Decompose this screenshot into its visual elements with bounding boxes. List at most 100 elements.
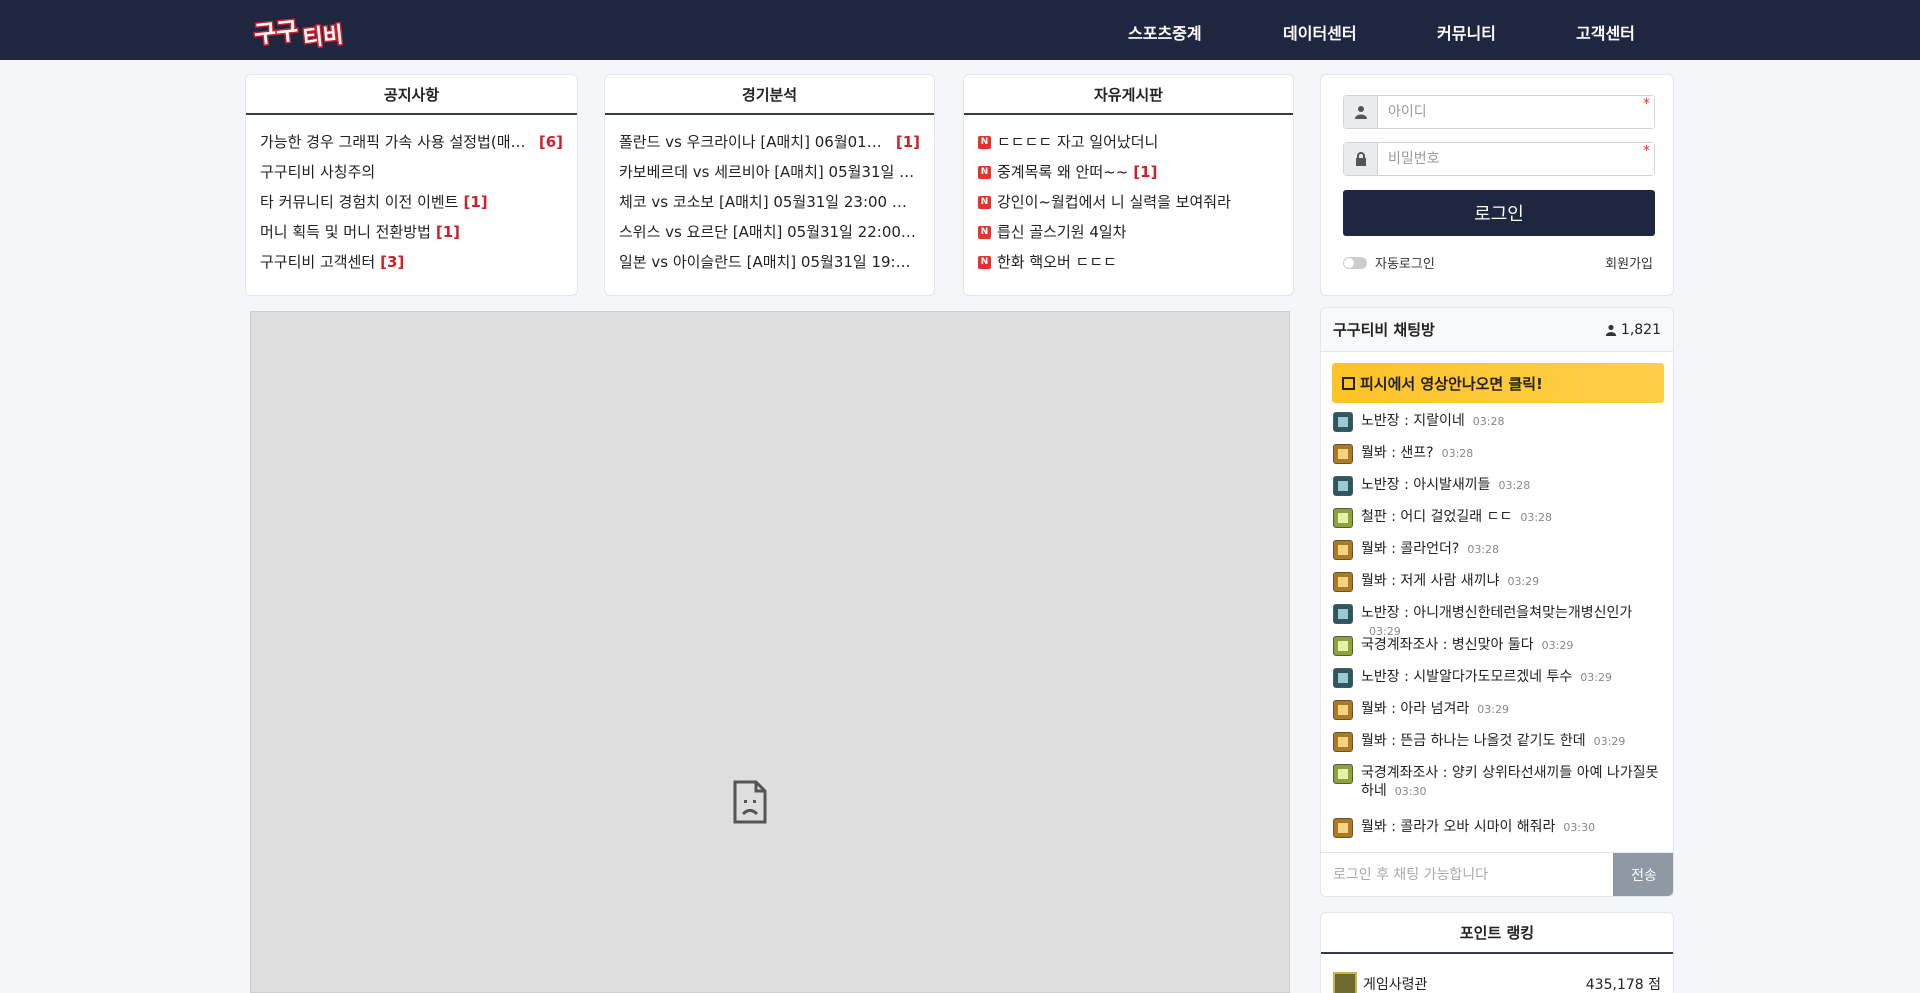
chat-time: 03:28 (1472, 415, 1505, 428)
chat-text: 아라 넘겨라 (1400, 701, 1470, 717)
notice-item[interactable]: 구구티비 사칭주의 (260, 157, 563, 187)
checkbox-icon (1342, 376, 1355, 390)
chat-username: 뭘봐 (1361, 541, 1387, 557)
chat-message: 뭘봐 : 샌프? 03:28 (1321, 438, 1673, 470)
toggle-switch-icon[interactable] (1343, 256, 1367, 269)
send-button[interactable]: 전송 (1613, 853, 1673, 896)
comment-count: [3] (380, 253, 405, 271)
user-level-badge-icon (1333, 508, 1353, 528)
rank-level-icon (1333, 972, 1357, 993)
new-badge-icon: N (978, 225, 991, 239)
chat-message: 뭘봐 : 콜라언더? 03:28 (1321, 534, 1673, 566)
analysis-item[interactable]: 스위스 vs 요르단 [A매치] 05월31일 22:00 구… (619, 217, 920, 247)
free-board-list: N ㄷㄷㄷㄷ 자고 일어났더니 N 중계목록 왜 안떠~~ [1] N 강인이~월컵에서… (964, 115, 1293, 277)
analysis-item[interactable]: 폴란드 vs 우크라이나 [A매치] 06월01일 0… [1] (619, 127, 920, 157)
user-icon (1344, 96, 1378, 128)
chat-text: 뜬금 하나는 나올것 같기도 한데 (1400, 733, 1586, 749)
chat-message: 철판 : 어디 걸었길래 ㄷㄷ 03:28 (1321, 502, 1673, 534)
chat-username: 국경계좌조사 (1361, 637, 1439, 653)
chat-title: 구구티비 채팅방 (1333, 321, 1435, 339)
chat-input[interactable] (1321, 853, 1613, 896)
chat-message-body: 국경계좌조사 : 병신맞아 둘다 03:29 (1361, 637, 1574, 653)
video-player[interactable] (250, 311, 1290, 993)
chat-username: 철판 (1361, 509, 1387, 525)
chat-messages[interactable]: 노반장 : 지랄이네 03:28 뭘봐 : 샌프? 03:28 노반장 : 아시발새끼들… (1321, 406, 1673, 840)
user-level-badge-icon (1333, 732, 1353, 752)
chat-username: 국경계좌조사 (1361, 765, 1439, 781)
notice-item[interactable]: 구구티비 고객센터 [3] (260, 247, 563, 277)
notice-box: 공지사항 가능한 경우 그래픽 가속 사용 설정법(매우간단) [6] 구구티비 … (245, 74, 578, 296)
analysis-list: 폴란드 vs 우크라이나 [A매치] 06월01일 0… [1] 카보베르데 vs… (605, 115, 934, 277)
comment-count: [1] (463, 193, 488, 211)
chat-username: 노반장 (1361, 605, 1400, 621)
chat-message: 뭘봐 : 저게 사람 새끼냐 03:29 (1321, 566, 1673, 598)
user-level-badge-icon (1333, 764, 1353, 784)
user-level-badge-icon (1333, 476, 1353, 496)
notice-item-text: 구구티비 사칭주의 (260, 163, 376, 181)
chat-message-body: 뭘봐 : 콜라가 오바 시마이 해줘라 03:30 (1361, 819, 1596, 835)
chat-username: 뭘봐 (1361, 573, 1387, 589)
chat-message: 뭘봐 : 뜬금 하나는 나올것 같기도 한데 03:29 (1321, 726, 1673, 758)
comment-count: [1] (435, 223, 461, 241)
pc-video-help-banner[interactable]: 피시에서 영상안나오면 클릭! (1332, 363, 1664, 403)
notice-item[interactable]: 타 커뮤니티 경험치 이전 이벤트 [1] (260, 187, 563, 217)
free-board-item[interactable]: N 중계목록 왜 안떠~~ [1] (978, 157, 1279, 187)
analysis-item[interactable]: 체코 vs 코소보 [A매치] 05월31일 23:00 구구… (619, 187, 920, 217)
chat-time: 03:28 (1467, 543, 1500, 556)
analysis-item[interactable]: 카보베르데 vs 세르비아 [A매치] 05월31일 23:… (619, 157, 920, 187)
id-input[interactable] (1378, 96, 1654, 128)
free-board-item[interactable]: N 릅신 골스기원 4일차 (978, 217, 1279, 247)
chat-time: 03:28 (1520, 511, 1553, 524)
user-level-badge-icon (1333, 444, 1353, 464)
chat-text: 시발알다가도모르겠네 투수 (1413, 669, 1573, 685)
notice-item[interactable]: 머니 획득 및 머니 전환방법 [1] (260, 217, 563, 247)
user-level-badge-icon (1333, 540, 1353, 560)
user-level-badge-icon (1333, 668, 1353, 688)
user-level-badge-icon (1333, 572, 1353, 592)
chat-message: 노반장 : 아시발새끼들 03:28 (1321, 470, 1673, 502)
auto-login-toggle[interactable]: 자동로그인 (1343, 253, 1435, 272)
password-input[interactable] (1378, 143, 1654, 175)
top-navbar: 구구 티비 스포츠중계 데이터센터 커뮤니티 고객센터 (0, 0, 1920, 60)
analysis-item-text: 일본 vs 아이슬란드 [A매치] 05월31일 19:25 … (619, 253, 920, 271)
chat-message-body: 뭘봐 : 아라 넘겨라 03:29 (1361, 701, 1509, 717)
chat-text: 지랄이네 (1413, 413, 1465, 429)
free-board-item-text: 강인이~월컵에서 니 실력을 보여줘라 (997, 193, 1231, 211)
chat-time: 03:29 (1477, 703, 1509, 716)
analysis-item-text: 폴란드 vs 우크라이나 [A매치] 06월01일 0… (619, 133, 891, 151)
free-board-title: 자유게시판 (964, 75, 1293, 115)
analysis-item-text: 스위스 vs 요르단 [A매치] 05월31일 22:00 구… (619, 223, 920, 241)
login-box: * * 로그인 자동로그인 회원가입 (1320, 74, 1674, 296)
notice-item[interactable]: 가능한 경우 그래픽 가속 사용 설정법(매우간단) [6] (260, 127, 563, 157)
ranking-name: 게임사령관 (1363, 977, 1428, 993)
user-level-badge-icon (1333, 636, 1353, 656)
analysis-item[interactable]: 일본 vs 아이슬란드 [A매치] 05월31일 19:25 … (619, 247, 920, 277)
notice-list: 가능한 경우 그래픽 가속 사용 설정법(매우간단) [6] 구구티비 사칭주의 … (246, 115, 577, 277)
chat-username: 뭘봐 (1361, 733, 1387, 749)
nav-community[interactable]: 커뮤니티 (1437, 20, 1496, 44)
login-button[interactable]: 로그인 (1343, 190, 1655, 236)
user-level-badge-icon (1333, 818, 1353, 838)
chat-header: 구구티비 채팅방 1,821 (1321, 308, 1673, 352)
nav-data-center[interactable]: 데이터센터 (1283, 20, 1357, 44)
chat-time: 03:28 (1441, 447, 1474, 460)
nav-sports-broadcast[interactable]: 스포츠중계 (1128, 20, 1202, 44)
ranking-title: 포인트 랭킹 (1321, 913, 1673, 954)
chat-user-count-value: 1,821 (1620, 321, 1661, 338)
new-badge-icon: N (978, 135, 991, 149)
chat-user-count: 1,821 (1605, 322, 1661, 338)
chat-text: 콜라언더? (1400, 541, 1460, 557)
free-board-item[interactable]: N 한화 핵오버 ㄷㄷㄷ (978, 247, 1279, 277)
notice-item-text: 타 커뮤니티 경험치 이전 이벤트 (260, 193, 459, 211)
chat-username: 뭘봐 (1361, 701, 1387, 717)
nav-customer-center[interactable]: 고객센터 (1576, 20, 1635, 44)
free-board-item[interactable]: N 강인이~월컵에서 니 실력을 보여줘라 (978, 187, 1279, 217)
site-logo[interactable]: 구구 티비 (252, 8, 352, 52)
chat-message-body: 뭘봐 : 콜라언더? 03:28 (1361, 541, 1500, 557)
free-board-item[interactable]: N ㄷㄷㄷㄷ 자고 일어났더니 (978, 127, 1279, 157)
chat-time: 03:29 (1580, 671, 1612, 684)
chat-text: 어디 걸었길래 ㄷㄷ (1400, 509, 1513, 525)
join-link[interactable]: 회원가입 (1605, 253, 1653, 272)
chat-message-body: 뭘봐 : 샌프? 03:28 (1361, 445, 1474, 461)
ranking-row[interactable]: 게임사령관 435,178 점 (1321, 954, 1673, 993)
